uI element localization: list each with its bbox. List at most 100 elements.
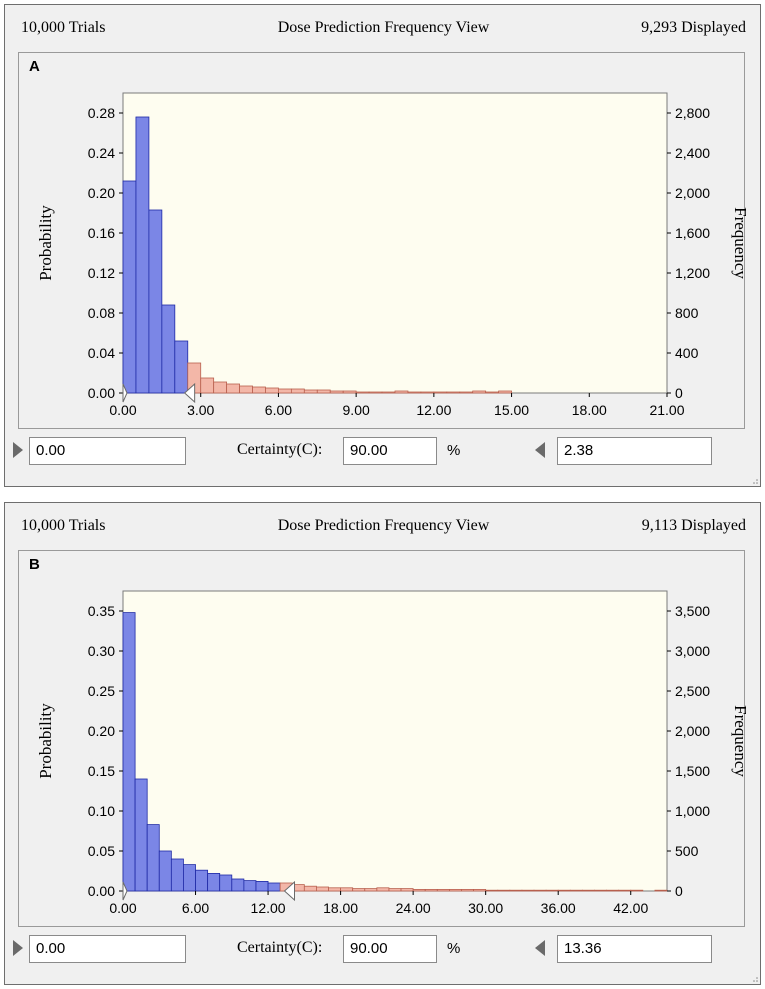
- bar-out-range: [342, 390, 357, 394]
- bar-out-range: [433, 391, 448, 394]
- lower-bound-field[interactable]: 0.00: [29, 437, 186, 465]
- y2-tick-label: 2,400: [675, 145, 710, 161]
- percent-sign: %: [447, 442, 461, 459]
- bar-out-range: [473, 888, 487, 892]
- bar-out-range: [303, 885, 317, 892]
- y2-tick-label: 400: [675, 345, 699, 361]
- bar-out-range: [446, 391, 461, 394]
- bar-out-range: [509, 889, 523, 892]
- bar-out-range: [521, 889, 535, 892]
- y-tick-label: 0.20: [88, 723, 115, 739]
- y-tick-label: 0.30: [88, 643, 115, 659]
- bar-out-range: [226, 383, 240, 394]
- right-grabber-icon[interactable]: [535, 442, 545, 458]
- histogram-chart[interactable]: 0.00 0.04 0.08 0.12 0.16 0.20 0.24 0.28 0 400 800 1…: [19, 53, 750, 430]
- y-tick-label: 0.35: [88, 603, 115, 619]
- bar-in-range: [122, 180, 137, 394]
- bar-out-range: [461, 888, 474, 892]
- y-tick-label: 0.00: [88, 883, 115, 899]
- bar-out-range: [630, 889, 644, 892]
- histogram-chart[interactable]: 0.00 0.05 0.10 0.15 0.20 0.25 0.30 0.35 0 500 1,00…: [19, 551, 750, 928]
- x-tick-label: 24.00: [396, 900, 431, 916]
- x-tick-label: 3.00: [187, 402, 214, 418]
- certainty-field[interactable]: 90.00: [343, 935, 437, 963]
- bar-out-range: [200, 377, 215, 394]
- bar-out-range: [618, 889, 632, 892]
- plot-background: [122, 590, 668, 892]
- y-axis-label: Probability: [36, 205, 55, 281]
- bar-out-range: [316, 886, 329, 892]
- upper-bound-field[interactable]: 2.38: [557, 437, 712, 465]
- bar-out-range: [239, 385, 253, 394]
- y2-tick-label: 2,000: [675, 185, 710, 201]
- y-tick-label: 0.24: [88, 145, 115, 161]
- y-tick-label: 0.20: [88, 185, 115, 201]
- bar-out-range: [420, 391, 435, 394]
- y2-tick-label: 2,500: [675, 683, 710, 699]
- bar-out-range: [340, 887, 354, 892]
- upper-bound-field[interactable]: 13.36: [557, 935, 712, 963]
- certainty-controls: 0.00 Certainty(C): 90.00 % 13.36: [5, 933, 762, 965]
- left-grabber-icon[interactable]: [13, 442, 23, 458]
- bar-out-range: [328, 887, 341, 892]
- resize-grip-icon[interactable]: [752, 976, 758, 982]
- bar-out-range: [355, 391, 370, 394]
- y-tick-label: 0.08: [88, 305, 115, 321]
- bar-out-range: [533, 889, 547, 892]
- y2-tick-label: 2,000: [675, 723, 710, 739]
- bar-out-range: [376, 887, 390, 892]
- bar-in-range: [146, 824, 160, 892]
- bar-out-range: [459, 391, 474, 394]
- bar-out-range: [448, 888, 462, 892]
- bar-out-range: [252, 386, 266, 394]
- resize-grip-icon[interactable]: [752, 478, 758, 484]
- bar-in-range: [243, 880, 257, 892]
- y2-tick-label: 1,600: [675, 225, 710, 241]
- bar-out-range: [364, 888, 378, 892]
- bar-in-range: [219, 874, 233, 892]
- right-grabber-icon[interactable]: [535, 940, 545, 956]
- bar-out-range: [412, 888, 426, 892]
- left-grabber-icon[interactable]: [13, 940, 23, 956]
- bar-in-range: [195, 869, 209, 892]
- y-tick-label: 0.00: [88, 385, 115, 401]
- y-axis-label: Probability: [36, 703, 55, 779]
- bar-in-range: [267, 882, 281, 892]
- y2-tick-label: 800: [675, 305, 699, 321]
- bar-out-range: [407, 391, 422, 394]
- x-tick-label: 36.00: [541, 900, 576, 916]
- bar-out-range: [606, 889, 620, 892]
- x-tick-label: 21.00: [649, 402, 684, 418]
- y2-tick-label: 1,000: [675, 803, 710, 819]
- chart-panel-b: 10,000 Trials Dose Prediction Frequency …: [4, 502, 761, 985]
- y-tick-label: 0.16: [88, 225, 115, 241]
- bar-out-range: [581, 889, 595, 892]
- bar-in-range: [148, 209, 163, 394]
- bar-out-range: [569, 889, 583, 892]
- bar-in-range: [255, 880, 269, 892]
- x-tick-label: 42.00: [613, 900, 648, 916]
- bar-out-range: [352, 888, 366, 892]
- x-tick-label: 12.00: [416, 402, 451, 418]
- certainty-field[interactable]: 90.00: [343, 437, 437, 465]
- bar-out-range: [654, 889, 668, 892]
- lower-bound-field[interactable]: 0.00: [29, 935, 186, 963]
- x-tick-label: 0.00: [109, 900, 136, 916]
- chart-panel-a: 10,000 Trials Dose Prediction Frequency …: [4, 4, 761, 487]
- certainty-label: Certainty(C):: [237, 939, 323, 956]
- x-tick-label: 6.00: [182, 900, 209, 916]
- y2-tick-label: 500: [675, 843, 699, 859]
- y2-tick-label: 0: [675, 883, 683, 899]
- bar-in-range: [183, 864, 196, 892]
- bar-out-range: [316, 389, 331, 394]
- bar-out-range: [368, 391, 383, 394]
- percent-sign: %: [447, 940, 461, 957]
- bar-out-range: [485, 889, 499, 892]
- y2-tick-label: 3,000: [675, 643, 710, 659]
- bar-in-range: [174, 340, 189, 394]
- bar-in-range: [231, 878, 245, 892]
- y2-tick-label: 1,200: [675, 265, 710, 281]
- y2-axis-label: Frequency: [731, 705, 750, 777]
- bar-out-range: [557, 889, 571, 892]
- x-tick-label: 6.00: [265, 402, 292, 418]
